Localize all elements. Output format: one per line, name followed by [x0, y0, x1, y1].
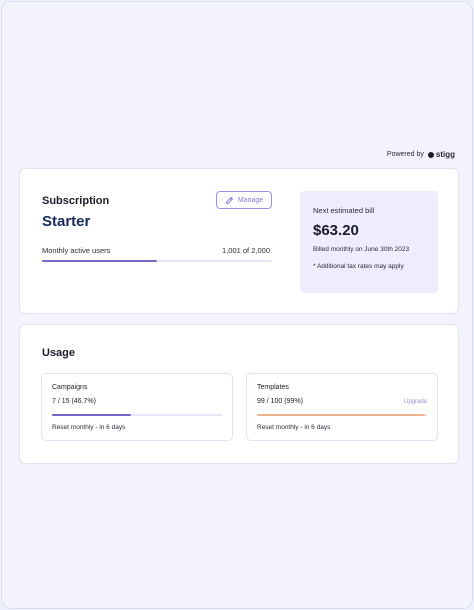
usage-title: Usage	[42, 347, 76, 359]
metric-value: 1,001 of 2,000	[222, 246, 270, 255]
powered-by-label: Powered by	[386, 151, 424, 158]
usage-item-value: 7 / 15 (46.7%)	[52, 398, 96, 405]
manage-button-label: Manage	[237, 196, 264, 204]
usage-reset-info: Reset monthly - in 6 days	[257, 424, 331, 431]
bill-tax-note: * Additional tax rates may apply	[313, 263, 404, 270]
usage-item-campaigns: Campaigns 7 / 15 (46.7%) Reset monthly -…	[41, 373, 233, 441]
usage-progress-fill	[257, 414, 426, 416]
usage-item-name: Campaigns	[52, 384, 88, 391]
usage-item-name: Templates	[257, 384, 289, 391]
app-frame: Powered by stigg Subscription Starter Ma…	[1, 1, 473, 609]
usage-item-templates: Templates 99 / 100 (99%) Upgrade Reset m…	[246, 373, 438, 441]
usage-progress-fill	[52, 414, 132, 416]
usage-progress-track	[52, 414, 222, 416]
plan-name: Starter	[42, 213, 91, 230]
subscription-card: Subscription Starter Manage Monthly acti…	[19, 168, 459, 314]
usage-reset-info: Reset monthly - in 6 days	[52, 424, 126, 431]
pencil-icon	[225, 196, 234, 204]
bill-amount: $63.20	[313, 222, 359, 239]
next-bill-panel: Next estimated bill $63.20 Billed monthl…	[300, 191, 438, 293]
metric-progress-fill	[42, 260, 158, 262]
bill-label: Next estimated bill	[313, 206, 375, 215]
usage-card: Usage Campaigns 7 / 15 (46.7%) Reset mon…	[19, 324, 459, 464]
metric-progress-track	[42, 260, 272, 262]
usage-progress-track	[257, 414, 427, 416]
manage-button[interactable]: Manage	[216, 191, 272, 209]
stigg-logo-icon	[427, 151, 434, 158]
metric-label: Monthly active users	[42, 246, 111, 255]
bill-cycle: Billed monthly on June 30th 2023	[313, 246, 410, 253]
stigg-logo-text: stigg	[435, 150, 455, 159]
powered-by[interactable]: Powered by stigg	[387, 150, 455, 159]
subscription-title: Subscription	[42, 195, 110, 207]
upgrade-link[interactable]: Upgrade	[404, 399, 427, 405]
stigg-logo: stigg	[427, 150, 455, 159]
usage-item-value: 99 / 100 (99%)	[257, 398, 303, 405]
